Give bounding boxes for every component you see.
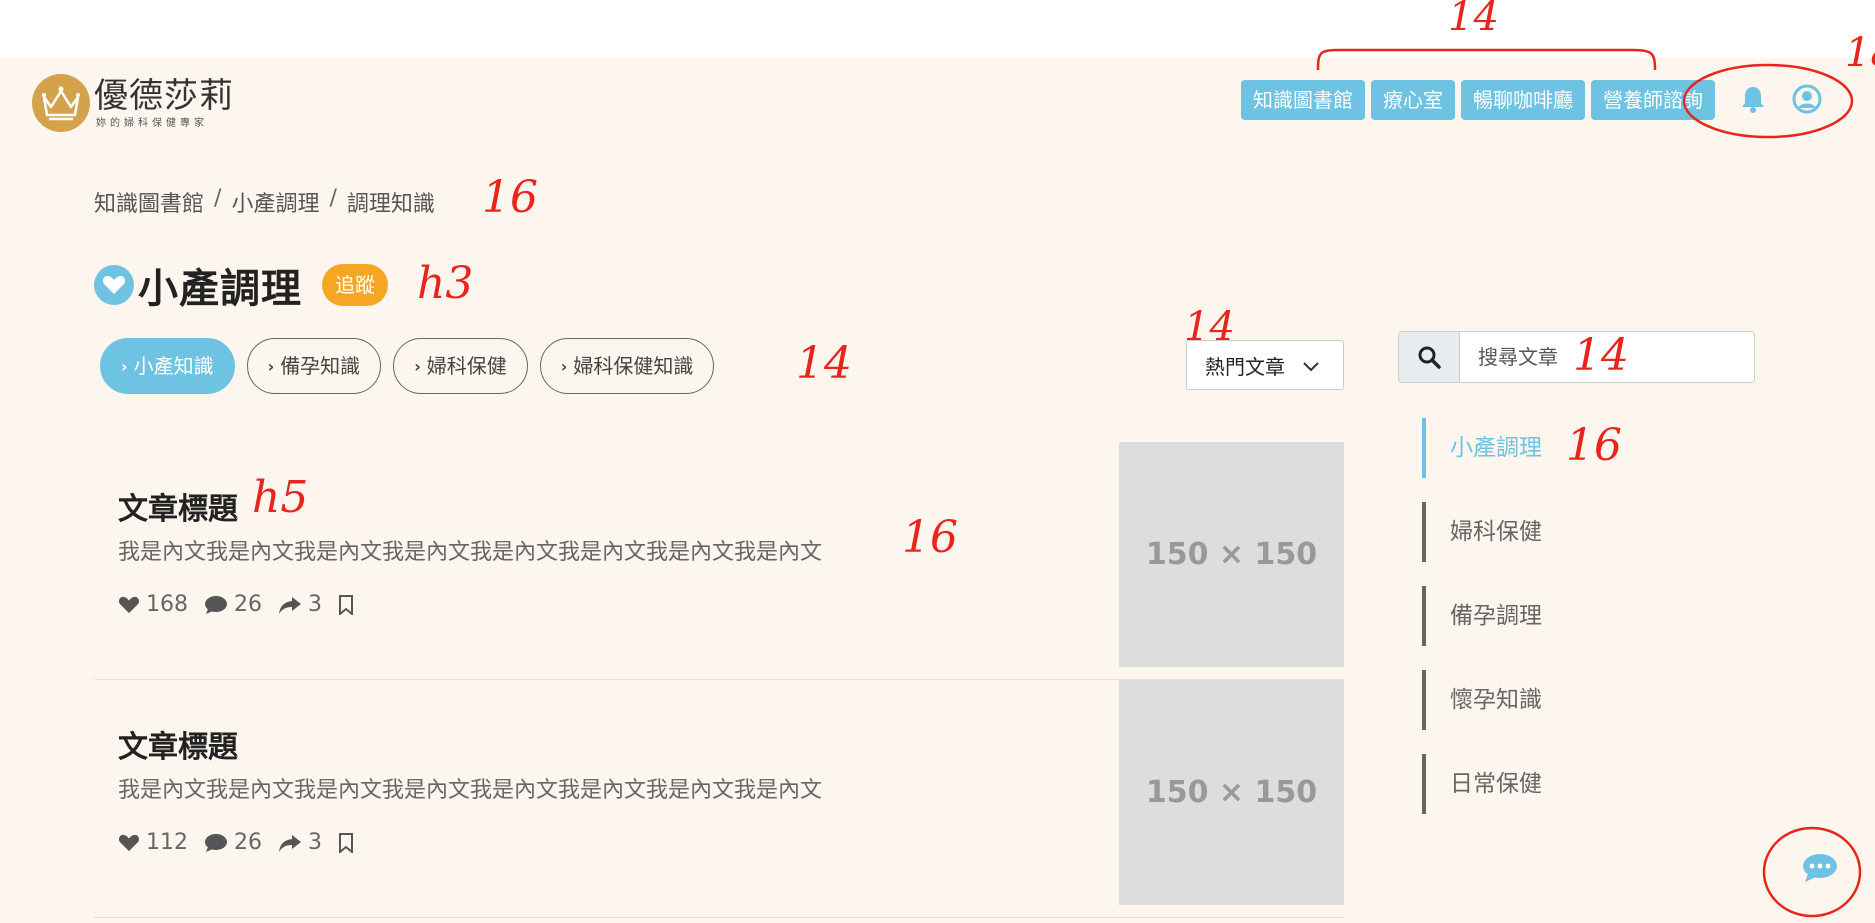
breadcrumb-separator: / bbox=[329, 186, 337, 211]
share-icon bbox=[279, 596, 301, 614]
follow-button[interactable]: 追蹤 bbox=[322, 264, 388, 306]
like-count: 168 bbox=[146, 592, 188, 617]
article-excerpt: 我是內文我是內文我是內文我是內文我是內文我是內文我是內文我是內文 bbox=[118, 778, 823, 803]
top-nav: 知識圖書館 療心室 暢聊咖啡廳 營養師諮詢 bbox=[1241, 80, 1715, 120]
nav-healing-room[interactable]: 療心室 bbox=[1371, 80, 1455, 120]
tab-gynecology-knowledge[interactable]: › 婦科保健知識 bbox=[539, 338, 715, 394]
comment-icon bbox=[205, 595, 227, 614]
annotation-title-size: h3 bbox=[417, 258, 474, 309]
brand-logo[interactable]: 優德莎莉 妳的婦科保健專家 bbox=[32, 74, 234, 132]
share-icon bbox=[279, 834, 301, 852]
breadcrumb-item-category[interactable]: 小產調理 bbox=[231, 186, 319, 218]
comment-count: 26 bbox=[234, 830, 262, 855]
annotation-side-nav-size: 16 bbox=[1566, 420, 1622, 471]
article-stats: 112 26 3 bbox=[118, 830, 370, 855]
bookmark-button[interactable] bbox=[338, 594, 354, 615]
bookmark-button[interactable] bbox=[338, 832, 354, 853]
tab-label: 備孕知識 bbox=[280, 353, 361, 378]
heart-icon bbox=[94, 265, 134, 305]
side-nav-item-pregnancy-prep[interactable]: 備孕調理 bbox=[1422, 586, 1542, 646]
share-count: 3 bbox=[308, 592, 322, 617]
brand-tagline: 妳的婦科保健專家 bbox=[96, 117, 208, 129]
share-button[interactable]: 3 bbox=[278, 592, 322, 617]
chevron-right-icon: › bbox=[121, 356, 128, 376]
comment-icon bbox=[205, 833, 227, 852]
chevron-right-icon: › bbox=[414, 356, 421, 376]
annotation-search-size: 14 bbox=[1573, 330, 1629, 381]
header-icons bbox=[1740, 84, 1822, 118]
page-title: 小產調理 bbox=[138, 266, 302, 312]
side-nav-item-gynecology-care[interactable]: 婦科保健 bbox=[1422, 502, 1542, 562]
annotation-nav-size: 14 bbox=[1448, 0, 1499, 40]
annotation-icons-size: 18 bbox=[1845, 30, 1875, 76]
annotation-breadcrumb-size: 16 bbox=[482, 172, 538, 223]
like-count: 112 bbox=[146, 830, 188, 855]
annotation-tabs-size: 14 bbox=[796, 338, 852, 389]
chat-bubble-icon bbox=[1803, 854, 1837, 882]
tab-miscarriage-knowledge[interactable]: › 小產知識 bbox=[100, 338, 235, 394]
breadcrumb: 知識圖書館 / 小產調理 / 調理知識 bbox=[94, 186, 435, 218]
side-nav-item-miscarriage-care[interactable]: 小產調理 bbox=[1422, 418, 1542, 478]
bookmark-icon bbox=[339, 594, 353, 615]
user-account-icon[interactable] bbox=[1792, 84, 1822, 118]
page-title-row: 小產調理 追蹤 bbox=[94, 256, 388, 314]
annotation-article-body-size: 16 bbox=[902, 512, 958, 563]
chevron-right-icon: › bbox=[267, 356, 275, 376]
tab-gynecology-care[interactable]: › 婦科保健 bbox=[393, 338, 528, 394]
search-button[interactable] bbox=[1399, 332, 1460, 382]
nav-chat-cafe[interactable]: 暢聊咖啡廳 bbox=[1461, 80, 1585, 120]
tab-label: 婦科保健知識 bbox=[573, 353, 694, 378]
heart-icon bbox=[118, 596, 140, 613]
side-nav-item-daily-care[interactable]: 日常保健 bbox=[1422, 754, 1542, 814]
nav-knowledge-library[interactable]: 知識圖書館 bbox=[1241, 80, 1365, 120]
tab-label: 小產知識 bbox=[133, 353, 214, 378]
sort-selected-value: 熱門文章 bbox=[1205, 354, 1285, 379]
like-button[interactable]: 112 bbox=[118, 830, 188, 855]
share-button[interactable]: 3 bbox=[278, 830, 322, 855]
tab-pregnancy-prep[interactable]: › 備孕知識 bbox=[246, 338, 382, 394]
search-icon bbox=[1418, 346, 1441, 369]
side-nav-item-pregnancy-knowledge[interactable]: 懷孕知識 bbox=[1422, 670, 1542, 730]
chevron-right-icon: › bbox=[560, 356, 568, 376]
breadcrumb-item-library[interactable]: 知識圖書館 bbox=[94, 186, 204, 218]
article-stats: 168 26 3 bbox=[118, 592, 370, 617]
article-title[interactable]: 文章標題 bbox=[118, 722, 238, 766]
chat-button[interactable] bbox=[1802, 853, 1838, 883]
like-button[interactable]: 168 bbox=[118, 592, 188, 617]
comment-button[interactable]: 26 bbox=[204, 592, 262, 617]
article-title[interactable]: 文章標題 bbox=[118, 484, 238, 528]
bookmark-icon bbox=[339, 832, 353, 853]
breadcrumb-item-current: 調理知識 bbox=[346, 192, 435, 217]
breadcrumb-separator: / bbox=[214, 186, 222, 211]
crown-logo-icon bbox=[32, 74, 90, 132]
article-excerpt: 我是內文我是內文我是內文我是內文我是內文我是內文我是內文我是內文 bbox=[118, 540, 823, 565]
share-count: 3 bbox=[308, 830, 322, 855]
annotation-sort-size: 14 bbox=[1184, 304, 1235, 350]
article-thumbnail[interactable]: 150 × 150 bbox=[1119, 680, 1344, 905]
nav-nutritionist[interactable]: 營養師諮詢 bbox=[1591, 80, 1715, 120]
article-card[interactable]: 文章標題 我是內文我是內文我是內文我是內文我是內文我是內文我是內文我是內文 11… bbox=[94, 680, 1344, 918]
bell-icon[interactable] bbox=[1740, 85, 1766, 117]
tab-label: 婦科保健 bbox=[426, 353, 507, 378]
article-thumbnail[interactable]: 150 × 150 bbox=[1119, 442, 1344, 667]
comment-count: 26 bbox=[234, 592, 262, 617]
brand-name: 優德莎莉 bbox=[94, 75, 234, 116]
side-nav: 小產調理 婦科保健 備孕調理 懷孕知識 日常保健 bbox=[1422, 418, 1542, 838]
annotation-article-title-size: h5 bbox=[252, 472, 309, 523]
heart-icon bbox=[118, 834, 140, 851]
comment-button[interactable]: 26 bbox=[204, 830, 262, 855]
category-tabs: › 小產知識 › 備孕知識 › 婦科保健 › 婦科保健知識 bbox=[100, 338, 715, 394]
chevron-down-icon bbox=[1303, 353, 1319, 377]
